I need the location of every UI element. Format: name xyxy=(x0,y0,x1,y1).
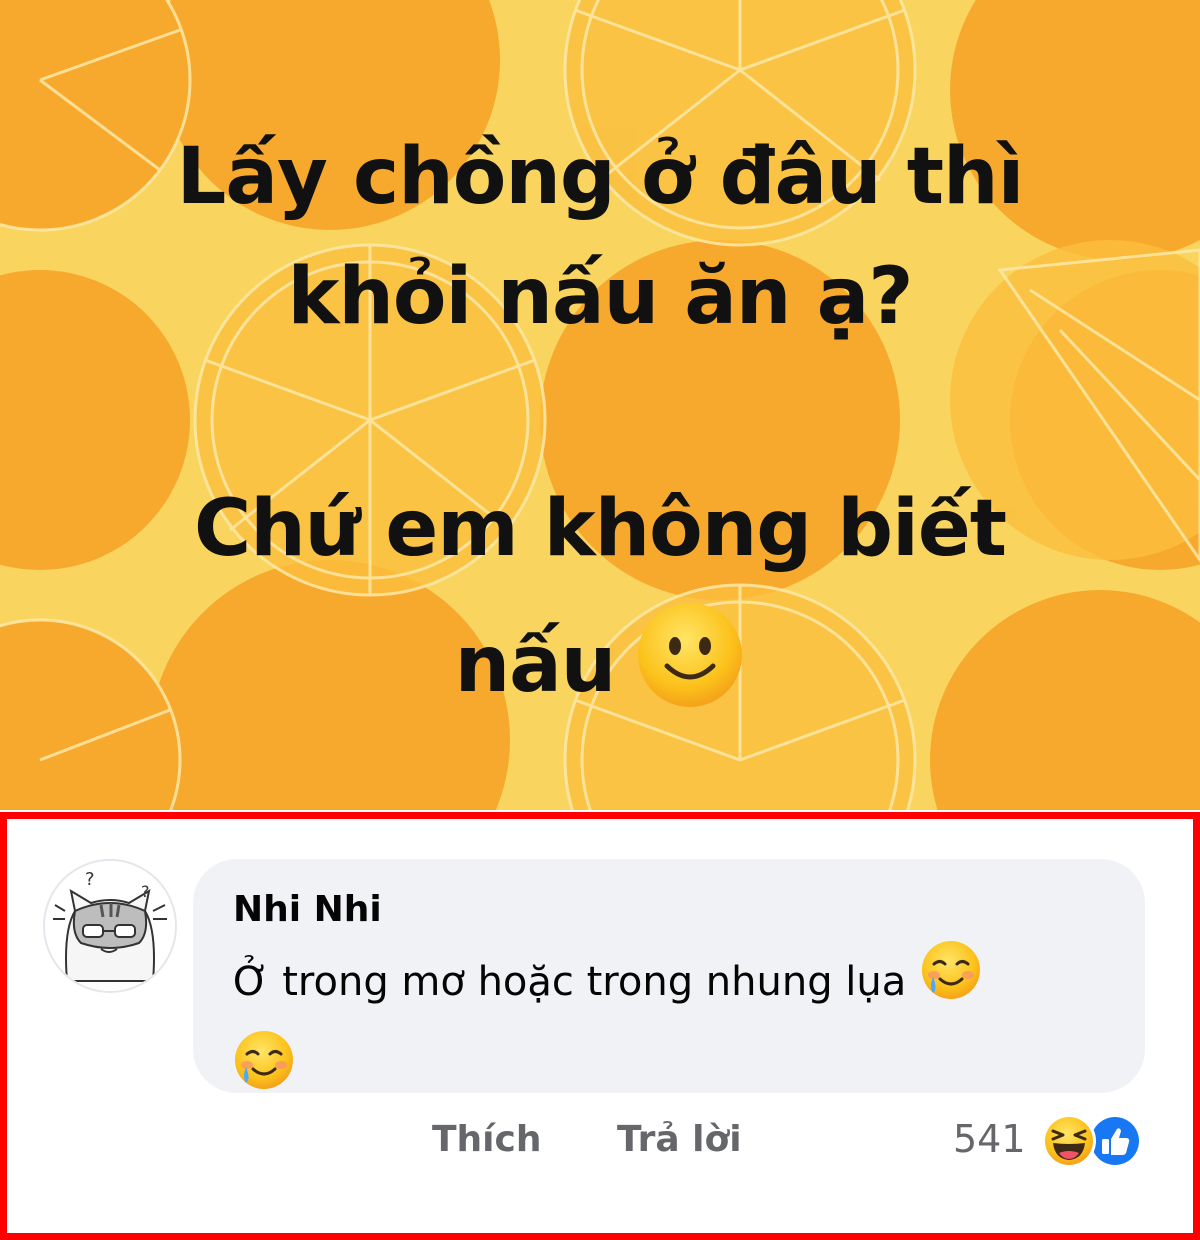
avatar[interactable]: ? ? xyxy=(43,859,177,993)
highlighted-comment-frame: ? ? Nhi Nhi Ở trong mơ hoặc trong nhung … xyxy=(0,812,1200,1240)
like-button[interactable]: Thích xyxy=(432,1119,542,1160)
slightly-smiling-face-icon xyxy=(635,600,745,723)
reply-button[interactable]: Trả lời xyxy=(617,1119,742,1160)
post-line-3: Chứ em không biết xyxy=(193,484,1007,574)
comment-actions: Thích Trả lời 541 xyxy=(7,1113,1193,1173)
comment-body: Ở trong mơ hoặc trong nhung lụa xyxy=(233,959,907,1005)
smiling-face-with-tear-icon xyxy=(920,939,982,1021)
post-line-2: khỏi nấu ăn ạ? xyxy=(287,252,914,342)
cat-avatar-icon: ? ? xyxy=(45,861,175,991)
haha-reaction-icon xyxy=(1041,1113,1097,1173)
svg-text:?: ? xyxy=(141,882,150,901)
comment-bubble: Nhi Nhi Ở trong mơ hoặc trong nhung lụa xyxy=(193,859,1145,1093)
post-line-4: nấu xyxy=(0,603,1200,731)
smiling-face-with-tear-icon xyxy=(233,1029,1113,1111)
reaction-icons[interactable] xyxy=(1041,1113,1151,1169)
post-line-1: Lấy chồng ở đâu thì xyxy=(176,132,1025,222)
reaction-count[interactable]: 541 xyxy=(953,1117,1026,1161)
comment-author[interactable]: Nhi Nhi xyxy=(233,889,382,930)
post-image: Lấy chồng ở đâu thì khỏi nấu ăn ạ? Chứ e… xyxy=(0,0,1200,810)
svg-text:?: ? xyxy=(85,869,95,890)
comment-text: Ở trong mơ hoặc trong nhung lụa xyxy=(233,941,1113,1111)
post-line-4-text: nấu xyxy=(454,619,617,710)
